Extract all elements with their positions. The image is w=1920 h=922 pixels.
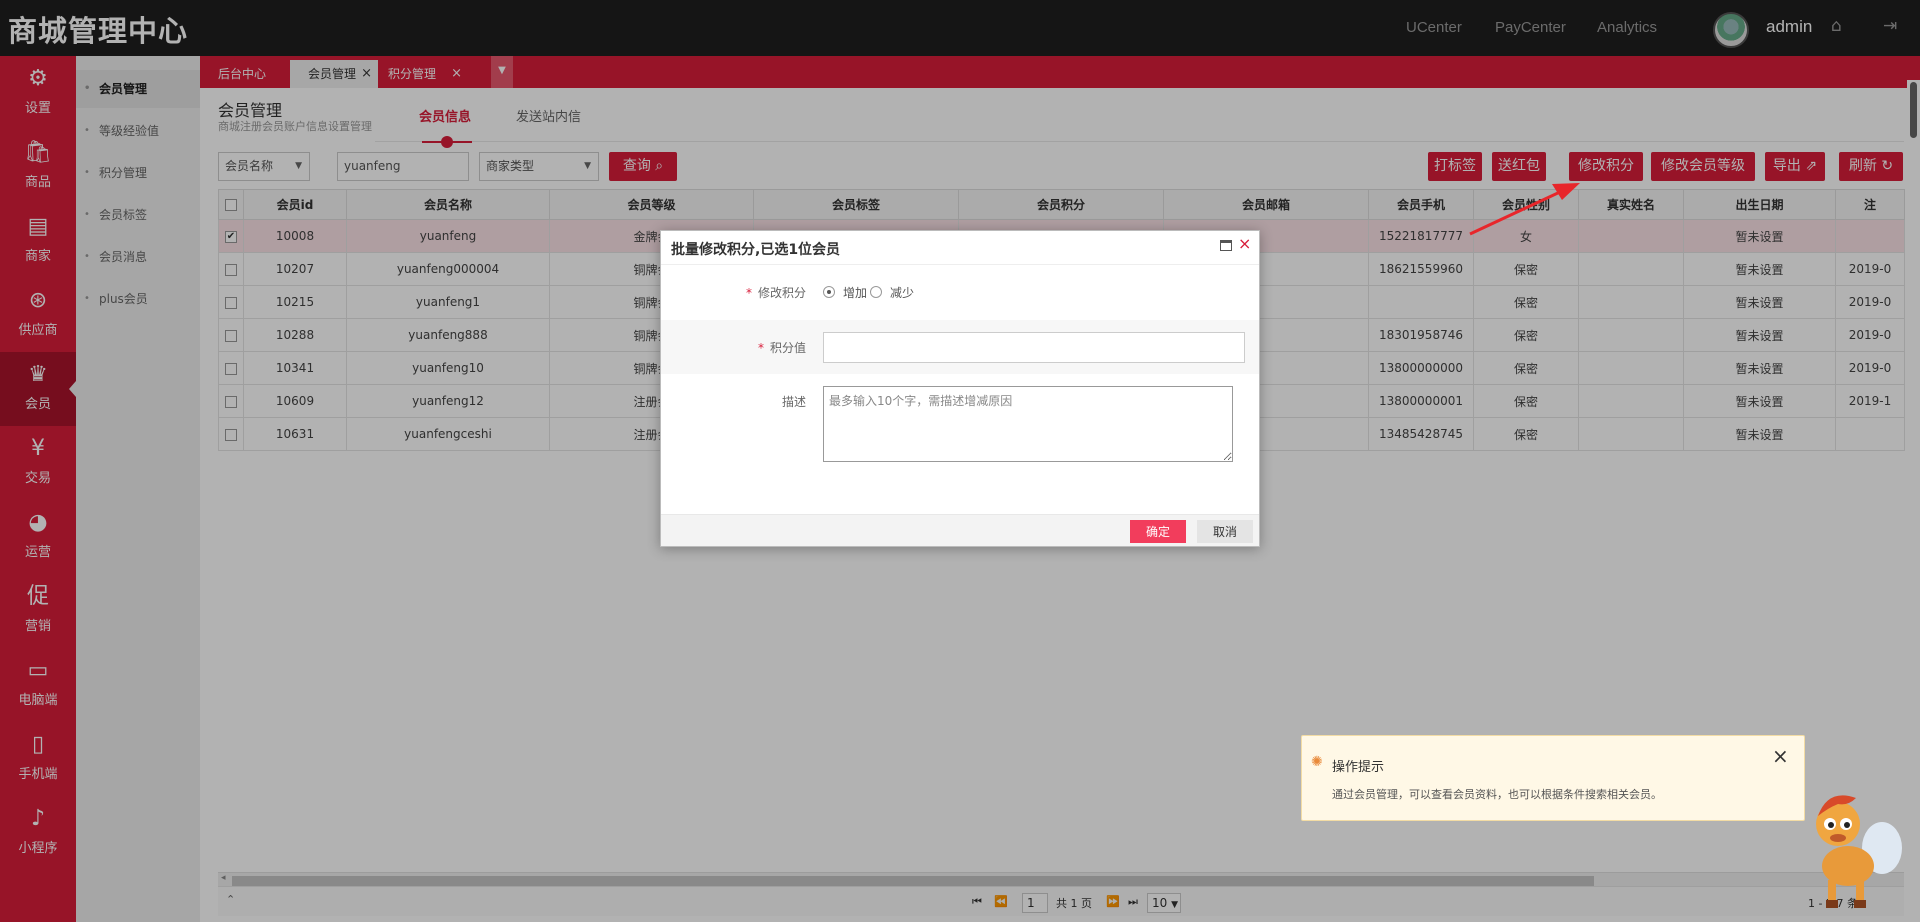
dialog-footer: 确定 取消 xyxy=(661,514,1259,546)
mode-label-text: 修改积分 xyxy=(757,286,806,300)
description-textarea[interactable] xyxy=(823,386,1233,462)
required-star: * xyxy=(757,341,764,355)
mascot-pony-image xyxy=(1816,795,1902,908)
tip-title: 操作提示 xyxy=(1332,760,1385,775)
close-icon[interactable]: × xyxy=(1772,744,1789,768)
required-star: * xyxy=(745,286,752,300)
radio-subtract[interactable] xyxy=(870,286,882,298)
confirm-button[interactable]: 确定 xyxy=(1130,520,1186,543)
divider xyxy=(661,264,1259,265)
lightbulb-icon: ✺ xyxy=(1311,754,1323,770)
radio-add-label[interactable]: 增加 xyxy=(843,284,867,301)
mode-label: * 修改积分 xyxy=(726,284,806,301)
dialog-title: 批量修改积分,已选1位会员 xyxy=(671,242,841,258)
desc-label-text: 描述 xyxy=(781,395,806,409)
close-icon[interactable]: × xyxy=(1238,234,1251,253)
desc-label: 描述 xyxy=(726,393,806,410)
cancel-button[interactable]: 取消 xyxy=(1197,520,1253,543)
radio-subtract-label[interactable]: 减少 xyxy=(890,284,914,301)
operation-tip: ✺ 操作提示 通过会员管理，可以查看会员资料，也可以根据条件搜索相关会员。 × xyxy=(1301,735,1805,821)
tip-text: 通过会员管理，可以查看会员资料，也可以根据条件搜索相关会员。 xyxy=(1332,788,1662,801)
points-label-text: 积分值 xyxy=(769,341,806,355)
radio-add[interactable] xyxy=(823,286,835,298)
modify-points-dialog: 批量修改积分,已选1位会员 × * 修改积分 增加 减少 * 积分值 描述 确定 取… xyxy=(660,230,1260,547)
points-label: * 积分值 xyxy=(726,339,806,356)
maximize-icon[interactable] xyxy=(1220,240,1232,251)
points-input[interactable] xyxy=(823,332,1245,363)
